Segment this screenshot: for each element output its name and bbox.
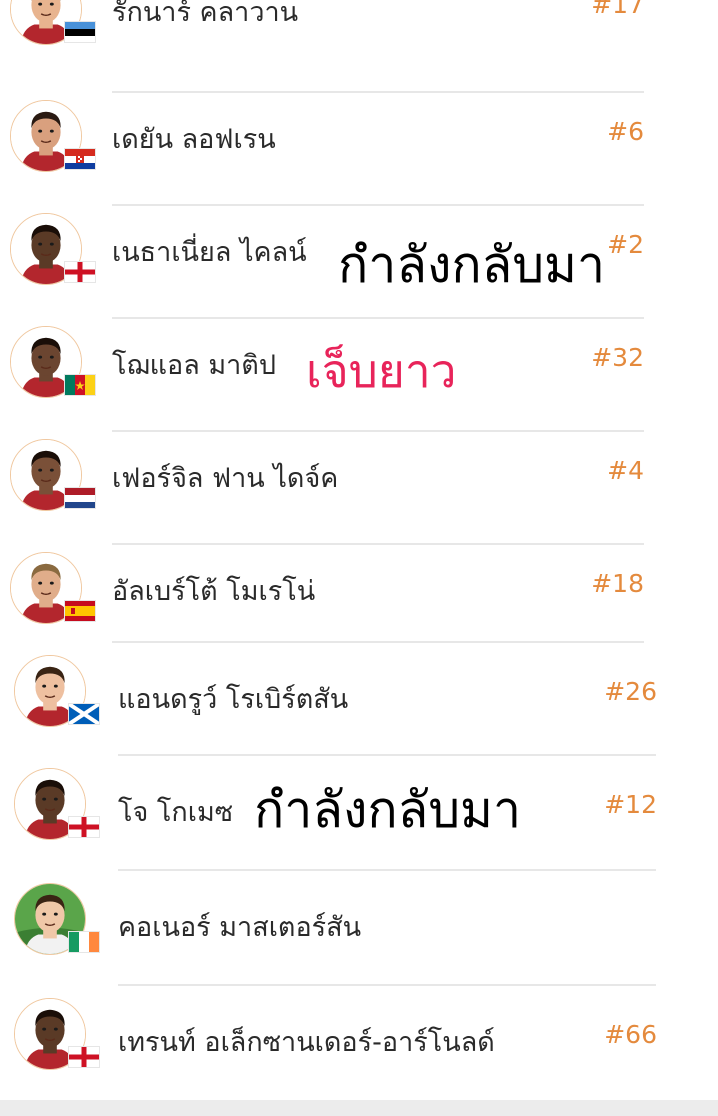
- player-name: โฌแอล มาติป: [112, 350, 276, 381]
- player-number: #12: [604, 790, 657, 819]
- player-name: เนธาเนี่ยล ไคลน์: [112, 237, 307, 268]
- bottom-bar: [0, 1100, 718, 1116]
- england-flag: [68, 816, 100, 838]
- player-name: อัลเบร์โต้ โมเรโน่: [112, 576, 316, 607]
- player-row[interactable]: คอเนอร์ มาสเตอร์สัน: [0, 873, 718, 987]
- player-row[interactable]: เทรนท์ อเล็กซานเดอร์-อาร์โนลด์ #66: [0, 988, 718, 1102]
- england-flag: [64, 261, 96, 283]
- player-number: #18: [591, 569, 644, 598]
- player-row[interactable]: เฟอร์จิล ฟาน ไดจ์ค #4: [0, 434, 718, 548]
- player-number: #6: [607, 117, 644, 146]
- player-name: แอนดรูว์ โรเบิร์ตสัน: [118, 684, 349, 715]
- row-divider: [112, 543, 644, 545]
- player-number: #4: [607, 456, 644, 485]
- player-name: เฟอร์จิล ฟาน ไดจ์ค: [112, 463, 339, 494]
- player-row[interactable]: อัลเบร์โต้ โมเรโน่ #18: [0, 547, 718, 661]
- player-name: โจ โกเมซ: [118, 797, 234, 828]
- row-divider: [112, 430, 644, 432]
- row-divider: [118, 754, 656, 756]
- row-divider: [118, 984, 656, 986]
- returning-label: กำลังกลับมา: [338, 236, 606, 294]
- row-divider: [118, 869, 656, 871]
- player-number: #66: [604, 1020, 657, 1049]
- player-name: เดยัน ลอฟเรน: [112, 124, 276, 155]
- spain-flag: [64, 600, 96, 622]
- row-divider: [112, 317, 644, 319]
- row-divider: [112, 641, 644, 643]
- player-number: #32: [591, 343, 644, 372]
- squad-list: รักนาร์ คลาวาน #17 เดยัน ลอฟเรน #6 เนธาเนี่ย…: [0, 0, 718, 1100]
- netherlands-flag: [64, 487, 96, 509]
- row-divider: [112, 204, 644, 206]
- ireland-flag: [68, 931, 100, 953]
- scotland-flag: [68, 703, 100, 725]
- player-number: #26: [604, 677, 657, 706]
- estonia-flag: [64, 21, 96, 43]
- row-divider: [112, 91, 644, 93]
- player-row[interactable]: แอนดรูว์ โรเบิร์ตสัน #26: [0, 645, 718, 759]
- player-name: รักนาร์ คลาวาน: [112, 0, 299, 28]
- cameroon-flag: [64, 374, 96, 396]
- croatia-flag: [64, 148, 96, 170]
- player-name: เทรนท์ อเล็กซานเดอร์-อาร์โนลด์: [118, 1027, 495, 1058]
- player-number: #17: [591, 0, 644, 19]
- england-flag: [68, 1046, 100, 1068]
- injury-label: เจ็บยาว: [306, 344, 457, 398]
- returning-label: กำลังกลับมา: [254, 781, 522, 839]
- player-row[interactable]: เดยัน ลอฟเรน #6: [0, 95, 718, 209]
- player-name: คอเนอร์ มาสเตอร์สัน: [118, 912, 362, 943]
